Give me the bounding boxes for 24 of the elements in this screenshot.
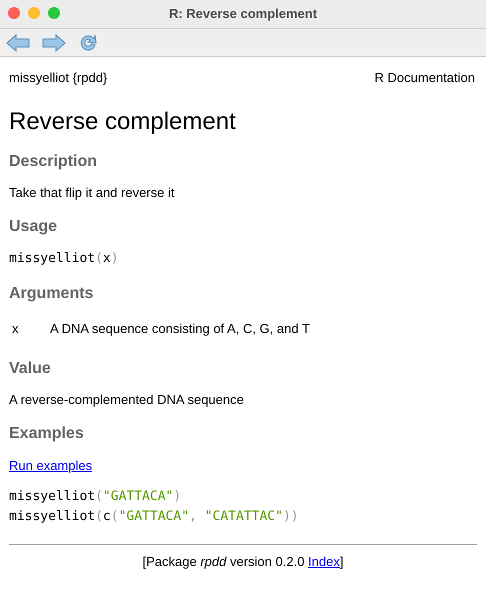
section-heading: Arguments bbox=[9, 284, 94, 304]
page-title: Reverse complement bbox=[9, 106, 237, 136]
section-heading: Examples bbox=[9, 424, 85, 444]
close-button[interactable] bbox=[8, 7, 20, 19]
reload-icon[interactable] bbox=[78, 32, 98, 52]
zoom-button[interactable] bbox=[48, 7, 60, 19]
run-examples-link[interactable]: Run examples bbox=[9, 458, 92, 472]
index-link[interactable]: Index bbox=[308, 554, 340, 569]
section-text: A reverse-complemented DNA sequence bbox=[9, 390, 245, 408]
section-heading: Value bbox=[9, 358, 52, 378]
back-arrow-icon[interactable] bbox=[6, 34, 30, 52]
forward-arrow-icon[interactable] bbox=[42, 34, 66, 52]
window-title: R: Reverse complement bbox=[168, 5, 318, 24]
code-line: missyelliot(x) bbox=[9, 250, 120, 268]
topic-name: missyelliot {rpdd} bbox=[9, 69, 108, 87]
code-line: missyelliot("GATTACA") bbox=[9, 488, 182, 506]
code-line: missyelliot(c("GATTACA", "CATATTAC")) bbox=[9, 508, 300, 526]
section-heading: Usage bbox=[9, 216, 58, 236]
footer-text: [Package rpdd version 0.2.0 Index] bbox=[142, 553, 344, 571]
section-heading: Description bbox=[9, 152, 98, 172]
argument-description: A DNA sequence consisting of A, C, G, and T bbox=[50, 320, 310, 338]
documentation-label: R Documentation bbox=[374, 69, 476, 87]
argument-name: x bbox=[11, 320, 20, 338]
section-text: Take that flip it and reverse it bbox=[9, 184, 176, 202]
